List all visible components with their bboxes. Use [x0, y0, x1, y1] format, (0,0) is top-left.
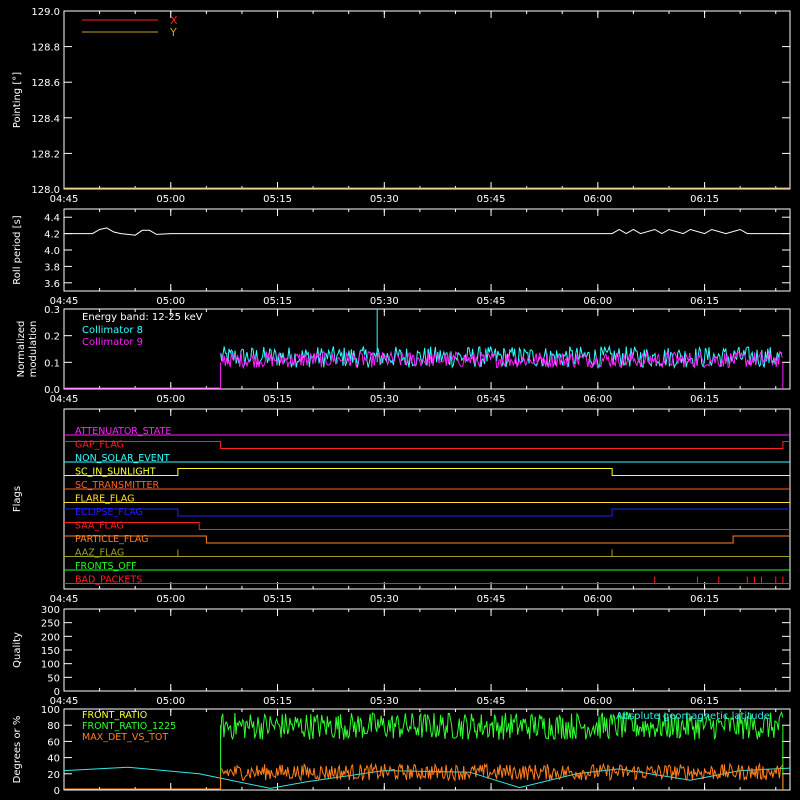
y-axis-label: Roll period [s]: [12, 215, 23, 284]
flags-series: ATTENUATOR_STATEGAP_FLAGNON_SOLAR_EVENTS…: [64, 426, 790, 586]
x-tick-label: 05:30: [370, 296, 399, 307]
y-tick-label: 129.0: [31, 7, 60, 18]
x-tick-label: 05:45: [477, 194, 506, 205]
y-tick-label: 4.2: [44, 230, 60, 241]
y-tick-label: 20: [47, 770, 60, 781]
x-tick-label: 06:00: [583, 194, 612, 205]
series-line-geomagnetic-latitude: [63, 766, 791, 789]
x-tick-label: 06:15: [690, 594, 719, 605]
x-tick-label: 05:15: [263, 394, 292, 405]
y-tick-label: 250: [41, 619, 60, 630]
x-tick-label: 05:30: [370, 696, 399, 707]
panel-4: 04:45 05:00 05:15 05:30 05:45 06:00 06:1505010…: [12, 605, 791, 707]
flag-line: [64, 508, 790, 517]
y-tick-label: 0.0: [44, 385, 60, 396]
x-tick-label: 05:30: [370, 194, 399, 205]
legend-label: Absolute geomagnetic latitude: [616, 711, 770, 722]
x-tick-label: 06:15: [690, 296, 719, 307]
series-line-MAX_DET_VS_TOT: [220, 762, 784, 782]
legend-label: Collimator 9: [82, 337, 143, 348]
x-tick-label: 05:00: [156, 394, 185, 405]
x-tick-label: 06:15: [690, 194, 719, 205]
x-tick-label: 06:00: [583, 696, 612, 707]
legend-label: Collimator 8: [82, 325, 143, 336]
y-tick-label: 0.2: [44, 332, 60, 343]
flag-line: [64, 468, 790, 476]
y-tick-label: 128.6: [31, 78, 60, 89]
plot-frame: [63, 608, 791, 692]
y-tick-label: 3.6: [44, 279, 60, 290]
y-axis-label: Pointing [°]: [12, 72, 23, 128]
x-tick-label: 06:00: [583, 296, 612, 307]
panel-1: 04:45 05:00 05:15 05:30 05:45 06:00 06:153.63.…: [12, 208, 791, 307]
y-tick-label: 3.8: [44, 262, 60, 273]
y-tick-label: 200: [41, 632, 60, 643]
degrees-series: FRONT_RATIOFRONT_RATIO_1225MAX_DET_VS_TO…: [63, 710, 791, 790]
y-tick-label: 0.3: [44, 305, 60, 316]
y-tick-label: 60: [47, 737, 60, 748]
flag-line: [64, 535, 790, 544]
y-tick-label: 128.8: [31, 43, 60, 54]
panel-0: 04:45 05:00 05:15 05:30 05:45 06:00 06:15128.0…: [12, 7, 791, 205]
x-tick-label: 06:00: [583, 394, 612, 405]
x-tick-label: 05:45: [477, 594, 506, 605]
x-tick-label: 05:00: [156, 594, 185, 605]
chart-figure: 04:45 05:00 05:15 05:30 05:45 06:00 06:15 128.0…: [12, 7, 791, 797]
x-tick-label: 05:15: [263, 296, 292, 307]
roll-period-line: [64, 227, 790, 236]
y-tick-label: 100: [41, 705, 60, 716]
x-tick-label: 05:15: [263, 194, 292, 205]
x-tick-label: 04:45: [50, 594, 79, 605]
y-axis-label: Flags: [12, 486, 23, 512]
x-tick-label: 06:15: [690, 394, 719, 405]
x-tick-label: 05:45: [477, 296, 506, 307]
x-tick-label: 05:15: [263, 594, 292, 605]
x-tick-label: 05:45: [477, 696, 506, 707]
modulation-series: Energy band: 12-25 keV Collimator 8Collim…: [64, 309, 784, 389]
y-axis-label: modulation: [28, 321, 39, 378]
x-tick-label: 05:30: [370, 394, 399, 405]
pointing-series: XY: [64, 14, 790, 189]
x-tick-label: 05:30: [370, 594, 399, 605]
legend-label: Y: [169, 26, 177, 39]
x-tick-label: 05:15: [263, 696, 292, 707]
x-tick-label: 05:00: [156, 296, 185, 307]
legend-label: MAX_DET_VS_TOT: [82, 732, 168, 743]
flag-line: [64, 522, 790, 530]
y-axis-label: Degrees or %: [12, 716, 23, 784]
x-tick-label: 05:00: [156, 696, 185, 707]
y-tick-label: 128.0: [31, 185, 60, 196]
legend-label: FRONT_RATIO: [82, 710, 147, 721]
y-tick-label: 128.2: [31, 149, 60, 160]
y-axis-label: Quality: [12, 632, 23, 668]
y-tick-label: 100: [41, 660, 60, 671]
y-tick-label: 4.4: [44, 213, 60, 224]
y-tick-label: 4.0: [44, 246, 60, 257]
y-tick-label: 128.4: [31, 114, 60, 125]
legend-label: FRONT_RATIO_1225: [82, 721, 176, 732]
y-tick-label: 300: [41, 605, 60, 616]
plot-frame: [63, 208, 791, 292]
x-tick-label: 05:00: [156, 194, 185, 205]
x-tick-label: 06:00: [583, 594, 612, 605]
y-tick-label: 150: [41, 646, 60, 657]
x-tick-label: 05:45: [477, 394, 506, 405]
y-axis-label: Normalized: [16, 321, 27, 378]
y-tick-label: 40: [47, 754, 60, 765]
y-tick-label: 0.1: [44, 358, 60, 369]
y-tick-label: 50: [47, 673, 60, 684]
flag-line: [64, 441, 790, 449]
y-tick-label: 0: [54, 687, 60, 698]
y-tick-label: 80: [47, 721, 60, 732]
y-tick-label: 0: [54, 786, 60, 797]
x-tick-label: 06:15: [690, 696, 719, 707]
annotation-energy-band: Energy band: 12-25 keV: [82, 312, 203, 323]
plot-frame: [63, 408, 791, 590]
